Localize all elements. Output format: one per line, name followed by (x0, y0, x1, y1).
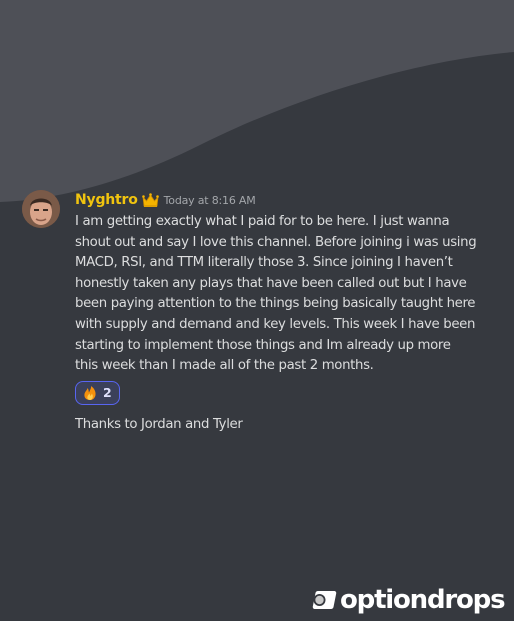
brand-logo-icon (308, 588, 338, 612)
message-content: Nyghtro Today at 8:16 AM I am getting ex… (75, 188, 495, 435)
reaction-count: 2 (103, 385, 112, 401)
crown-icon (141, 192, 159, 208)
username[interactable]: Nyghtro (75, 192, 138, 208)
brand-watermark: optiondrops (308, 585, 506, 615)
followup-message: Thanks to Jordan and Tyler (75, 416, 243, 432)
avatar[interactable] (22, 190, 60, 228)
message-line: this week than I made all of the past 2 … (75, 358, 374, 374)
message-line: been paying attention to the things bein… (75, 296, 476, 312)
message-line: starting to implement those things and I… (75, 337, 451, 353)
fire-icon (82, 385, 98, 401)
brand-name: optiondrops (340, 585, 506, 615)
message-line: shout out and say I love this channel. B… (75, 234, 477, 250)
message-line: I am getting exactly what I paid for to … (75, 214, 450, 229)
message-line: MACD, RSI, and TTM literally those 3. Si… (75, 255, 453, 271)
reaction-button[interactable]: 2 (75, 380, 120, 405)
message-line: honestly taken any plays that have been … (75, 275, 467, 291)
message-header: Nyghtro Today at 8:16 AM (75, 188, 495, 212)
timestamp: Today at 8:16 AM (163, 193, 256, 207)
message-line: with supply and demand and key levels. T… (75, 316, 476, 332)
